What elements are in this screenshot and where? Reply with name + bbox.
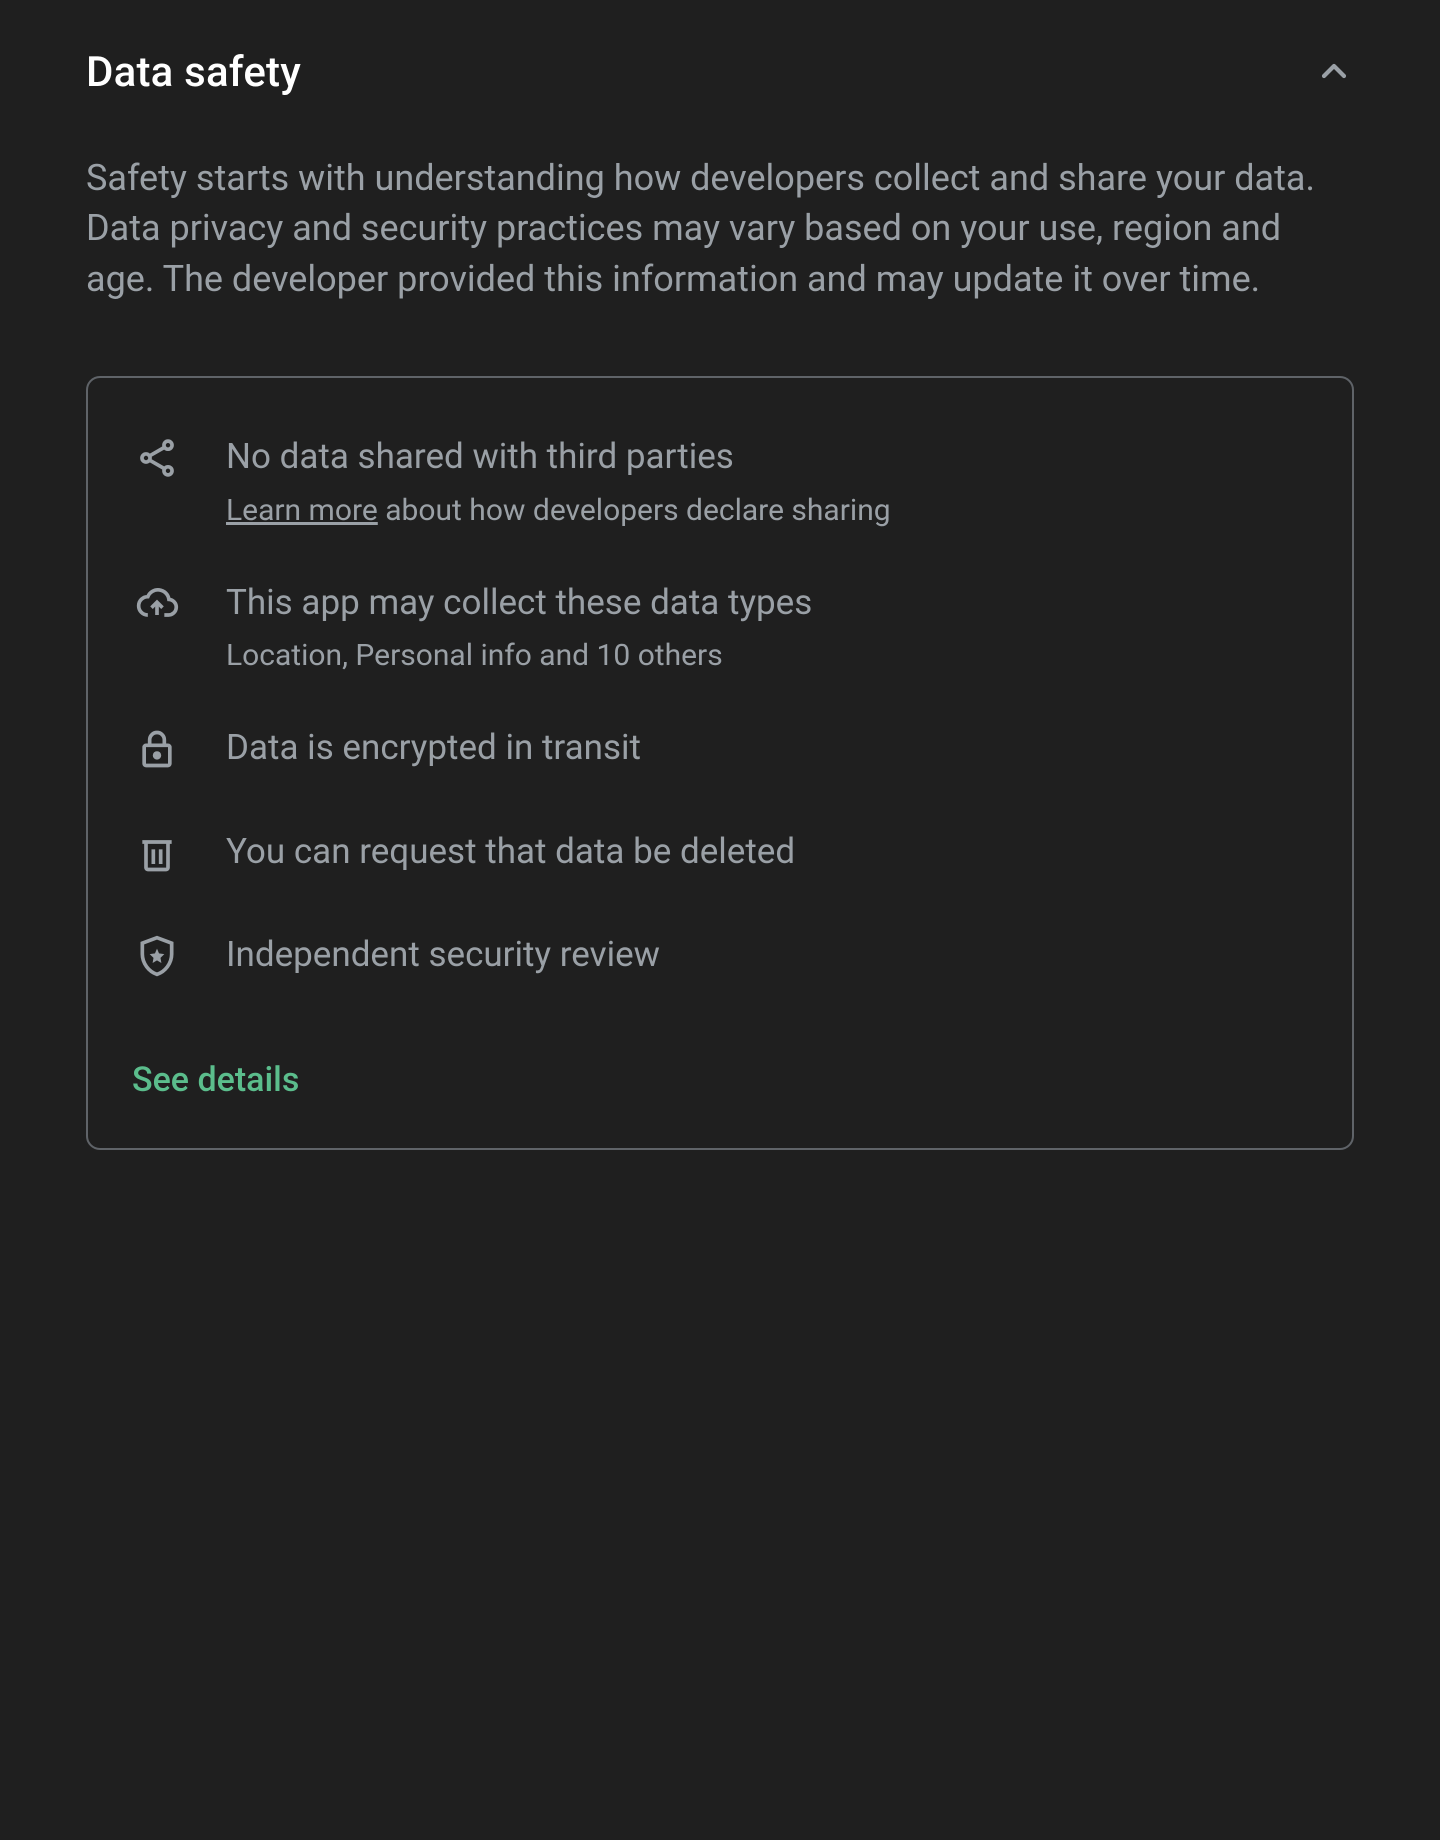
item-subtext: Learn more about how developers declare …: [226, 490, 1308, 532]
see-details-link[interactable]: See details: [132, 1060, 299, 1100]
item-heading: Independent security review: [226, 932, 1308, 978]
shield-star-icon: [132, 932, 182, 978]
learn-more-link[interactable]: Learn more: [226, 493, 378, 528]
lock-icon: [132, 725, 182, 771]
data-safety-item: This app may collect these data types Lo…: [132, 580, 1308, 678]
collapse-toggle[interactable]: [1314, 51, 1354, 95]
data-safety-item: You can request that data be deleted: [132, 829, 1308, 885]
item-heading: You can request that data be deleted: [226, 829, 1308, 875]
item-subtext: Location, Personal info and 10 others: [226, 635, 1308, 677]
trash-icon: [132, 829, 182, 875]
share-icon: [132, 434, 182, 480]
item-heading: Data is encrypted in transit: [226, 725, 1308, 771]
data-safety-item: Data is encrypted in transit: [132, 725, 1308, 781]
section-header: Data safety: [86, 48, 1354, 97]
section-title: Data safety: [86, 48, 301, 97]
item-sub-rest: about how developers declare sharing: [378, 493, 891, 528]
data-safety-item: No data shared with third parties Learn …: [132, 434, 1308, 532]
section-description: Safety starts with understanding how dev…: [86, 153, 1354, 304]
item-heading: No data shared with third parties: [226, 434, 1308, 480]
data-safety-item: Independent security review: [132, 932, 1308, 988]
chevron-up-icon: [1314, 51, 1354, 95]
data-safety-card: No data shared with third parties Learn …: [86, 376, 1354, 1150]
item-heading: This app may collect these data types: [226, 580, 1308, 626]
cloud-upload-icon: [132, 580, 182, 626]
